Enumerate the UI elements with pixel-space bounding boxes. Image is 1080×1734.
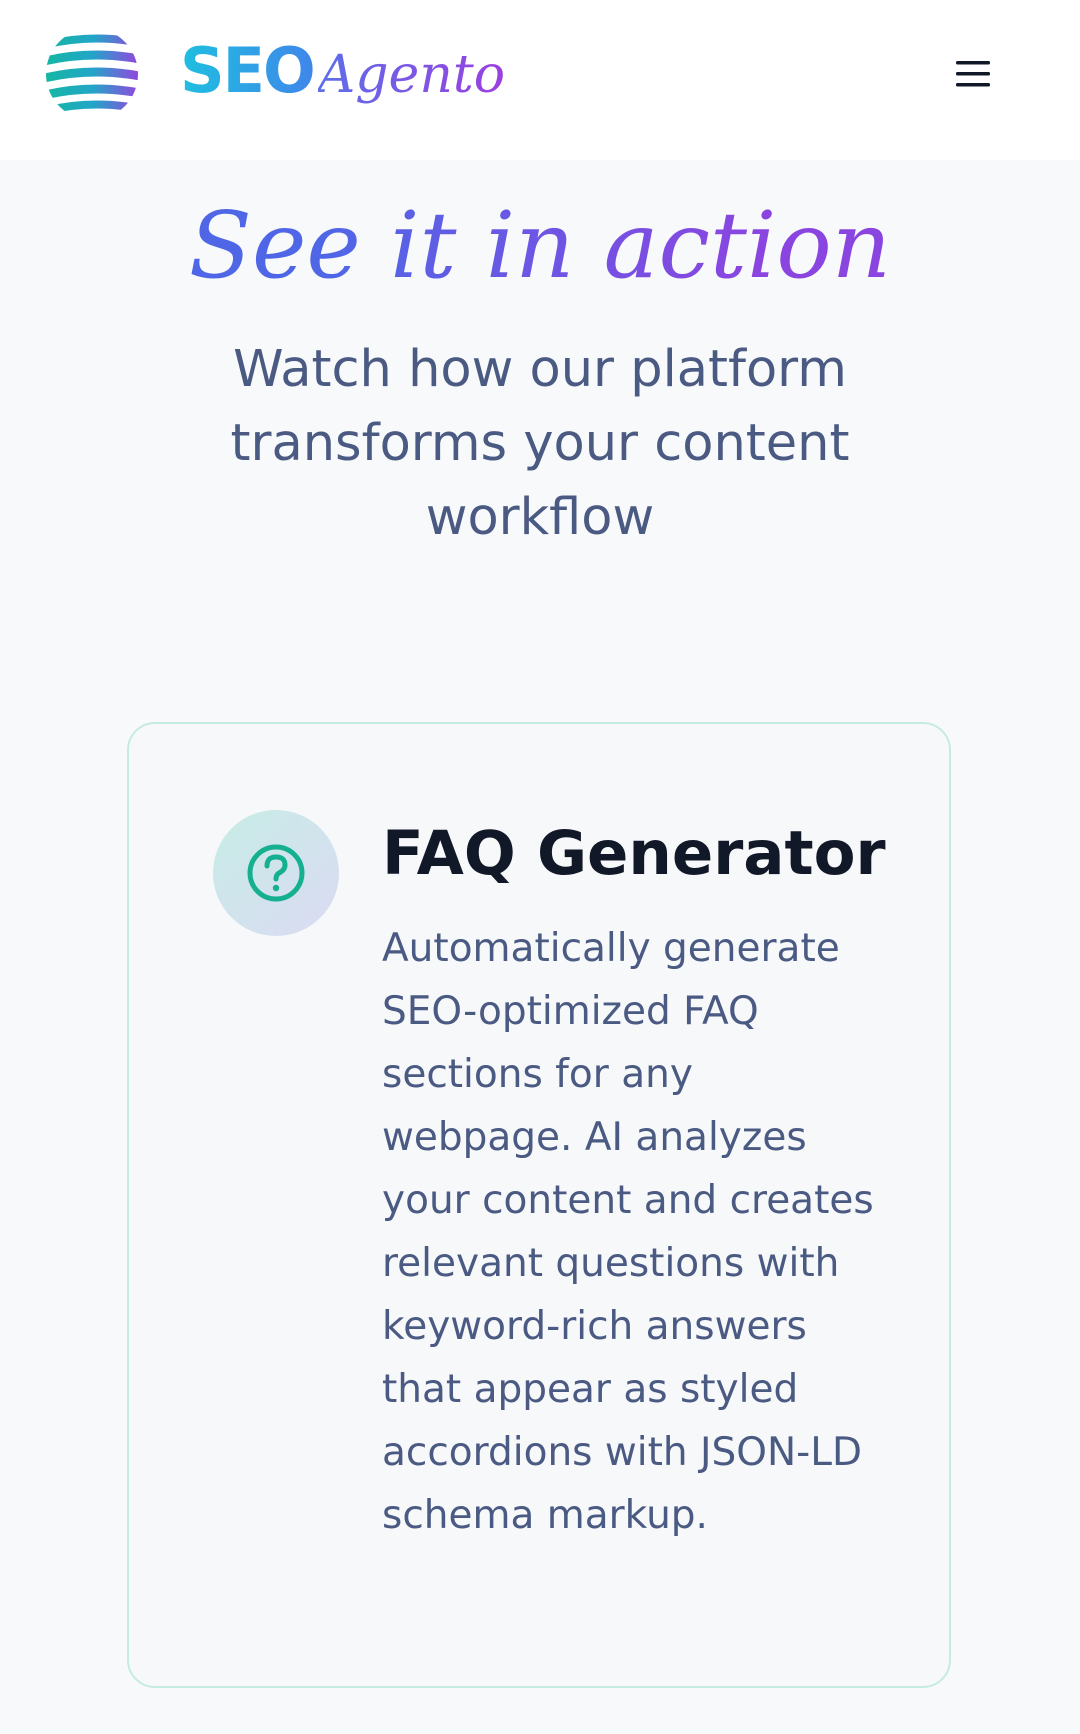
feature-card-title: FAQ Generator [382,818,886,889]
section-subtitle: Watch how our platform transforms your c… [230,340,850,547]
brand-agento-text: Agento [317,45,506,105]
globe-stripes-icon[interactable] [42,27,142,121]
feature-card-faq-generator: FAQ Generator Automatically generate SEO… [127,722,951,1688]
hamburger-menu-icon[interactable] [952,56,996,92]
section-title: See it in action [0,186,1080,306]
question-circle-icon [247,844,305,902]
site-header: SEO Agento [0,0,1080,160]
feature-card-description: Automatically generate SEO-optimized FAQ… [382,926,874,1538]
brand-seo-text: SEO [180,34,316,107]
feature-icon-badge [213,810,339,936]
brand-wordmark[interactable]: SEO Agento [180,34,505,114]
